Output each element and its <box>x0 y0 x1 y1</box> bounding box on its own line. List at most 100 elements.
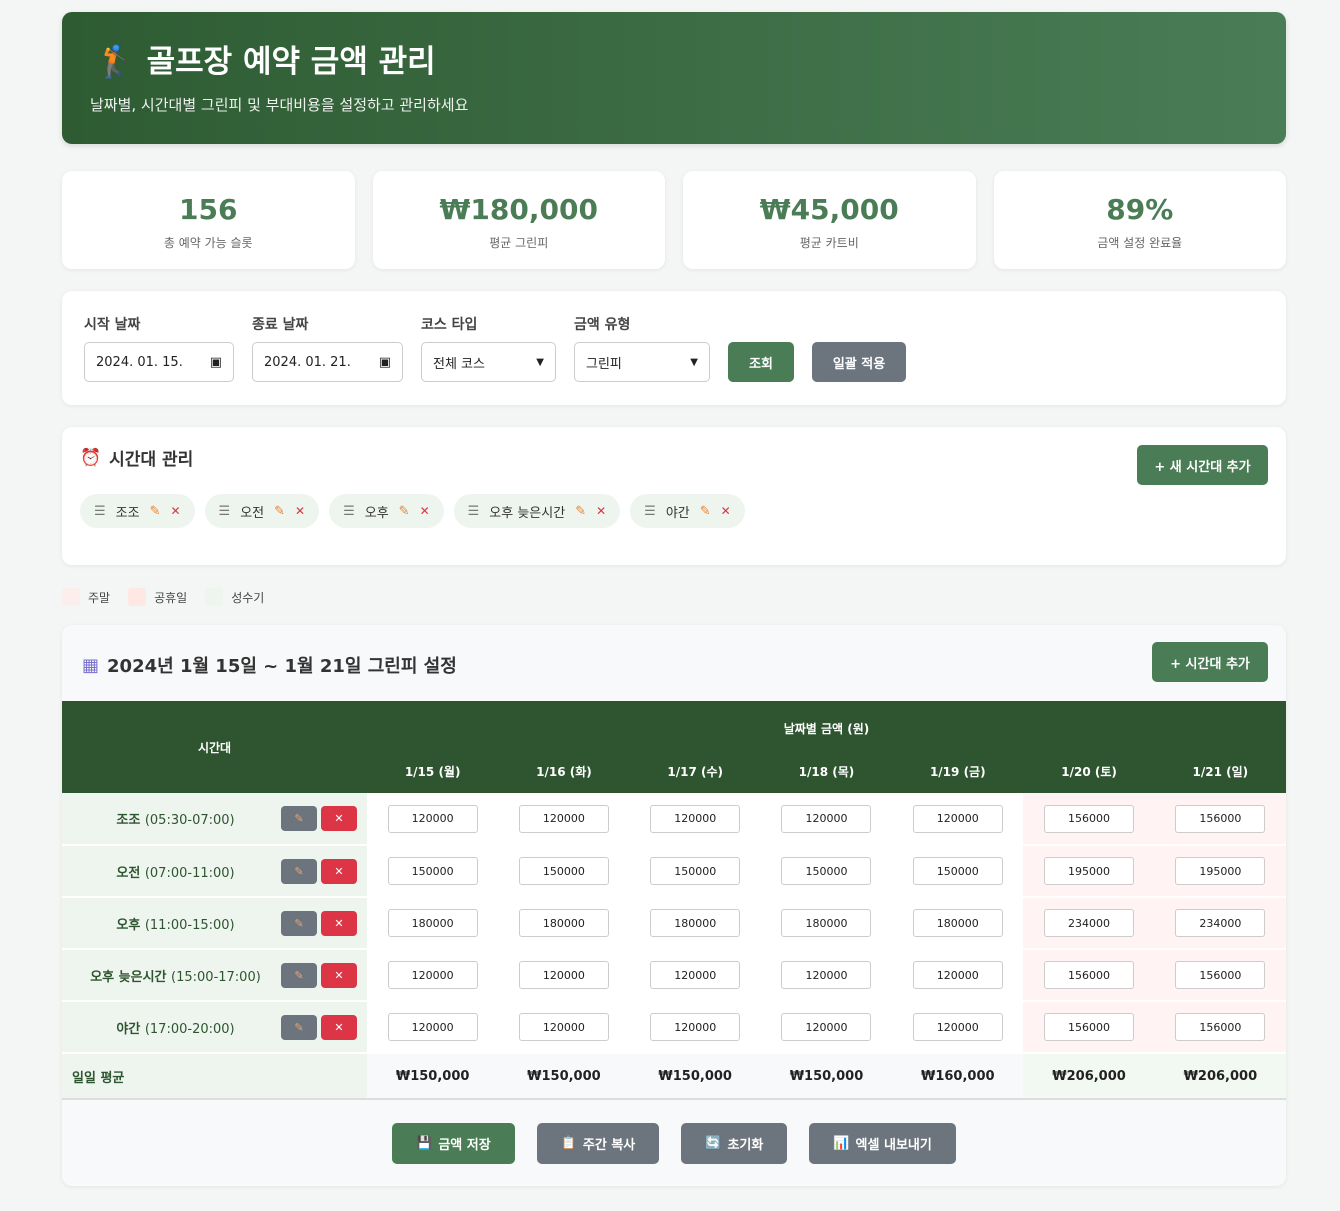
timeslot-chip-list: ☰ 조조 ✎ ✕ ☰ 오전 ✎ ✕ ☰ 오후 ✎ ✕ ☰ 오후 늦은시간 ✎ ✕… <box>80 494 1268 528</box>
price-cell: 120000 <box>498 793 630 846</box>
price-input[interactable]: 195000 <box>1044 857 1135 885</box>
timeslot-chip[interactable]: ☰ 조조 ✎ ✕ <box>80 494 195 528</box>
price-input[interactable]: 120000 <box>781 961 872 989</box>
price-input[interactable]: 120000 <box>518 1013 609 1041</box>
drag-handle-icon[interactable]: ☰ <box>644 504 656 519</box>
price-input[interactable]: 234000 <box>1175 909 1266 937</box>
drag-handle-icon[interactable]: ☰ <box>94 504 106 519</box>
remove-icon[interactable]: ✕ <box>596 504 606 518</box>
timeslot-chip[interactable]: ☰ 오후 ✎ ✕ <box>329 494 444 528</box>
edit-timeslot-button[interactable]: ✎ <box>281 1014 317 1040</box>
pencil-icon[interactable]: ✎ <box>274 504 285 519</box>
calendar-icon[interactable]: ▣ <box>379 355 391 370</box>
price-input[interactable]: 120000 <box>387 804 478 833</box>
table-row: 오후 (11:00-15:00) ✎ ✕ 180000 180000 180000 1800… <box>62 897 1286 950</box>
daily-average-value: ₩206,000 <box>1154 1053 1286 1100</box>
price-input[interactable]: 120000 <box>387 961 478 989</box>
price-input[interactable]: 156000 <box>1044 804 1135 833</box>
price-cell: 120000 <box>760 949 893 1002</box>
drag-handle-icon[interactable]: ☰ <box>343 504 355 519</box>
price-cell: 120000 <box>367 949 499 1002</box>
timeslot-chip[interactable]: ☰ 오전 ✎ ✕ <box>204 494 320 528</box>
pencil-icon: ✎ <box>294 1021 304 1034</box>
price-input[interactable]: 156000 <box>1044 961 1135 989</box>
price-input[interactable]: 150000 <box>781 857 872 885</box>
add-timeslot-button[interactable]: + 시간대 추가 <box>1152 642 1268 682</box>
price-input[interactable]: 120000 <box>912 1013 1003 1041</box>
price-cell: 180000 <box>367 897 499 950</box>
close-icon: ✕ <box>334 969 344 982</box>
pencil-icon[interactable]: ✎ <box>150 504 161 519</box>
timeslot-cell: 오후 (11:00-15:00) ✎ ✕ <box>62 897 367 950</box>
action-bar: 💾 금액 저장 📋 주간 복사 🔄 초기화 📊 엑셀 내보내기 <box>62 1100 1286 1186</box>
delete-timeslot-button[interactable]: ✕ <box>321 962 357 988</box>
daily-average-value: ₩206,000 <box>1023 1053 1155 1100</box>
price-input[interactable]: 195000 <box>1175 857 1266 885</box>
price-input[interactable]: 156000 <box>1175 961 1266 989</box>
bulk-apply-button[interactable]: 일괄 적용 <box>812 342 906 382</box>
delete-timeslot-button[interactable]: ✕ <box>321 806 357 831</box>
price-input[interactable]: 156000 <box>1044 1013 1135 1041</box>
price-input[interactable]: 120000 <box>650 1013 741 1041</box>
price-cell: 120000 <box>498 1001 630 1054</box>
remove-icon[interactable]: ✕ <box>420 504 430 518</box>
course-type-select[interactable]: 전체 코스 ▼ <box>421 342 556 382</box>
pencil-icon[interactable]: ✎ <box>399 504 410 519</box>
price-input[interactable]: 180000 <box>781 909 872 937</box>
drag-handle-icon[interactable]: ☰ <box>219 504 231 519</box>
pencil-icon[interactable]: ✎ <box>575 504 586 519</box>
calendar-icon[interactable]: ▣ <box>210 355 222 370</box>
price-type-select[interactable]: 그린피 ▼ <box>574 342 710 382</box>
price-input[interactable]: 120000 <box>912 804 1003 833</box>
save-prices-button[interactable]: 💾 금액 저장 <box>392 1122 515 1164</box>
export-excel-button[interactable]: 📊 엑셀 내보내기 <box>809 1122 956 1164</box>
day-column-header: 1/18 (목) <box>760 749 893 793</box>
price-input[interactable]: 120000 <box>912 961 1003 989</box>
pencil-icon[interactable]: ✎ <box>700 504 711 519</box>
price-cell: 156000 <box>1023 793 1155 846</box>
price-cell: 150000 <box>760 845 893 898</box>
price-cell: 195000 <box>1023 845 1155 898</box>
start-date-input[interactable]: 2024. 01. 15. ▣ <box>84 342 234 382</box>
delete-timeslot-button[interactable]: ✕ <box>321 858 357 884</box>
price-input[interactable]: 120000 <box>650 804 741 833</box>
end-date-input[interactable]: 2024. 01. 21. ▣ <box>252 342 403 382</box>
drag-handle-icon[interactable]: ☰ <box>468 504 480 519</box>
price-input[interactable]: 156000 <box>1175 1013 1266 1041</box>
price-cell: 180000 <box>498 897 630 950</box>
timeslot-name: 조조 (05:30-07:00) <box>116 813 235 828</box>
edit-timeslot-button[interactable]: ✎ <box>281 806 317 831</box>
search-button[interactable]: 조회 <box>728 342 794 382</box>
add-new-timeslot-button[interactable]: + 새 시간대 추가 <box>1137 445 1268 485</box>
delete-timeslot-button[interactable]: ✕ <box>321 1014 357 1040</box>
price-input[interactable]: 180000 <box>518 909 609 937</box>
price-input[interactable]: 150000 <box>650 857 741 885</box>
edit-timeslot-button[interactable]: ✎ <box>281 962 317 988</box>
price-input[interactable]: 180000 <box>650 909 741 937</box>
timeslot-chip[interactable]: ☰ 야간 ✎ ✕ <box>630 494 745 528</box>
edit-timeslot-button[interactable]: ✎ <box>281 910 317 936</box>
timeslot-chip[interactable]: ☰ 오후 늦은시간 ✎ ✕ <box>453 494 621 528</box>
price-input[interactable]: 120000 <box>387 1013 478 1041</box>
price-input[interactable]: 150000 <box>912 857 1003 885</box>
legend: 주말 공휴일 성수기 <box>62 587 1286 607</box>
refresh-icon: 🔄 <box>705 1135 722 1151</box>
price-input[interactable]: 120000 <box>781 1013 872 1041</box>
reset-button[interactable]: 🔄 초기화 <box>681 1122 788 1164</box>
edit-timeslot-button[interactable]: ✎ <box>281 858 317 884</box>
price-input[interactable]: 120000 <box>518 804 609 833</box>
price-input[interactable]: 156000 <box>1175 804 1266 833</box>
price-input[interactable]: 180000 <box>387 909 478 937</box>
delete-timeslot-button[interactable]: ✕ <box>321 910 357 936</box>
price-input[interactable]: 150000 <box>518 857 609 885</box>
price-input[interactable]: 120000 <box>650 961 741 989</box>
price-input[interactable]: 120000 <box>781 804 872 833</box>
remove-icon[interactable]: ✕ <box>295 504 305 518</box>
price-input[interactable]: 180000 <box>912 909 1003 937</box>
price-input[interactable]: 150000 <box>387 857 478 885</box>
remove-icon[interactable]: ✕ <box>721 504 731 518</box>
price-input[interactable]: 234000 <box>1044 909 1135 937</box>
copy-week-button[interactable]: 📋 주간 복사 <box>536 1122 660 1164</box>
price-input[interactable]: 120000 <box>518 961 609 989</box>
remove-icon[interactable]: ✕ <box>170 504 180 518</box>
